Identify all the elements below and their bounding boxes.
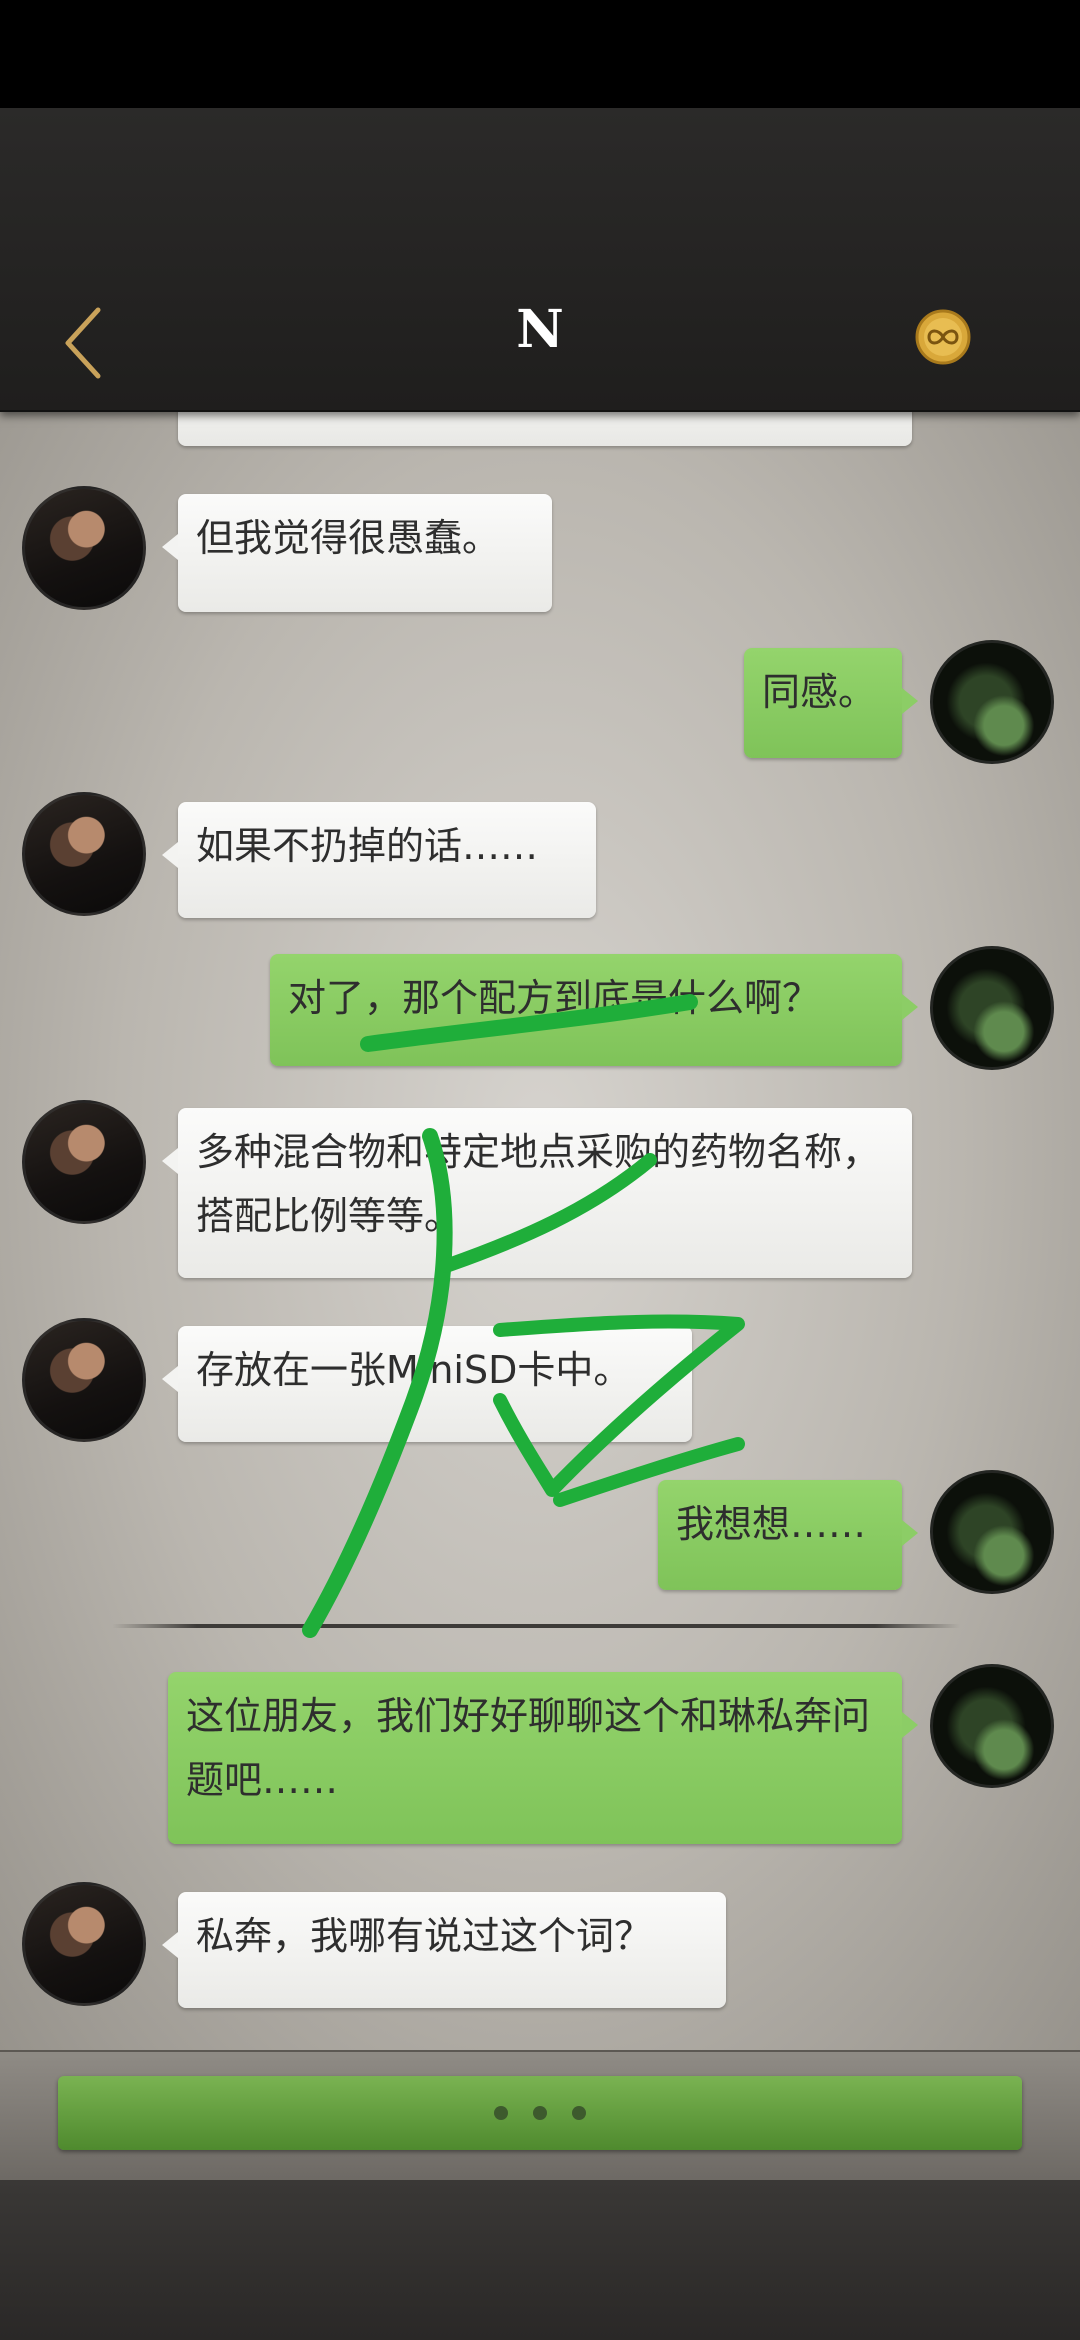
- status-bar: [0, 0, 1080, 108]
- typing-dot: [533, 2106, 547, 2120]
- message-text: 同感。: [762, 670, 877, 714]
- outgoing-message[interactable]: 对了，那个配方到底是什么啊？: [270, 954, 918, 1066]
- medal-button[interactable]: [914, 308, 972, 366]
- contact-avatar[interactable]: [22, 792, 146, 916]
- message-text: 存放在一张MiniSD卡中。: [196, 1348, 632, 1392]
- message-text: 对了，那个配方到底是什么啊？: [288, 976, 821, 1020]
- message-text: 我想想……: [676, 1502, 867, 1546]
- section-divider: [112, 1624, 960, 1628]
- outgoing-message[interactable]: 同感。: [744, 648, 918, 758]
- infinity-medal-icon: [915, 309, 971, 365]
- incoming-message[interactable]: 私奔，我哪有说过这个词？: [162, 1892, 726, 2008]
- contact-avatar[interactable]: [22, 486, 146, 610]
- incoming-message[interactable]: 多种混合物和特定地点采购的药物名称，搭配比例等等。: [162, 1108, 912, 1278]
- contact-avatar[interactable]: [22, 1318, 146, 1442]
- outgoing-message[interactable]: 这位朋友，我们好好聊聊这个和琳私奔问题吧……: [168, 1672, 918, 1844]
- incoming-message[interactable]: 存放在一张MiniSD卡中。: [162, 1326, 692, 1442]
- typing-dot: [494, 2106, 508, 2120]
- outgoing-message[interactable]: 我想想……: [658, 1480, 918, 1590]
- user-avatar[interactable]: [930, 1470, 1054, 1594]
- typing-dot: [572, 2106, 586, 2120]
- incoming-message[interactable]: 但我觉得很愚蠢。: [162, 494, 552, 612]
- user-avatar[interactable]: [930, 946, 1054, 1070]
- message-text: 私奔，我哪有说过这个词？: [196, 1914, 653, 1958]
- continue-button[interactable]: [58, 2076, 1022, 2150]
- message-text: 如果不扔掉的话……: [196, 824, 539, 868]
- message-text: 但我觉得很愚蠢。: [196, 516, 501, 560]
- message-text: 多种混合物和特定地点采购的药物名称，搭配比例等等。: [196, 1130, 881, 1238]
- contact-avatar[interactable]: [22, 1882, 146, 2006]
- incoming-message[interactable]: 如果不扔掉的话……: [162, 802, 596, 918]
- contact-avatar[interactable]: [22, 1100, 146, 1224]
- chat-header: N: [0, 108, 1080, 412]
- user-avatar[interactable]: [930, 1664, 1054, 1788]
- message-text: 这位朋友，我们好好聊聊这个和琳私奔问题吧……: [186, 1694, 871, 1802]
- user-avatar[interactable]: [930, 640, 1054, 764]
- footer-panel: [0, 2180, 1080, 2340]
